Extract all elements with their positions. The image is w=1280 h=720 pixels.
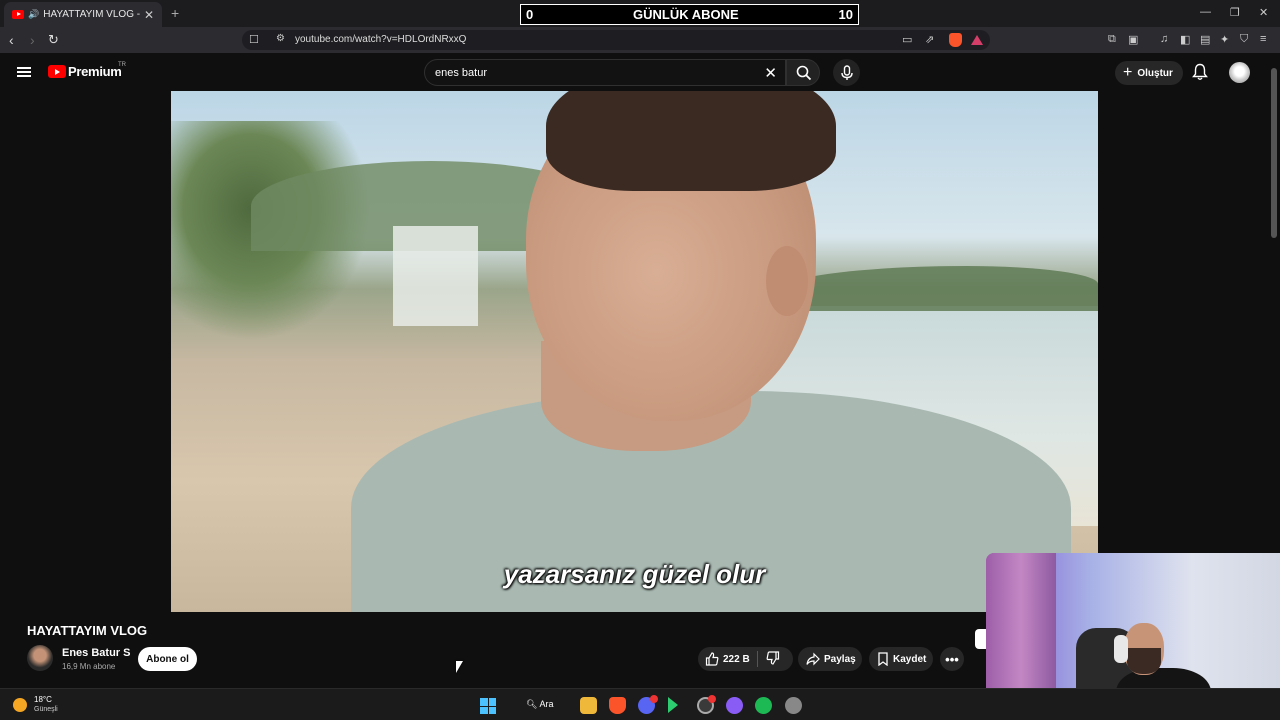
notifications-bell-icon[interactable] [1192, 63, 1208, 81]
minimize-icon[interactable]: — [1200, 6, 1211, 18]
youtube-favicon-icon [12, 10, 24, 19]
channel-avatar[interactable] [27, 645, 53, 671]
video-frame-island [771, 266, 1098, 311]
webcam-streamer-beard [1127, 648, 1161, 674]
search-input[interactable]: enes batur ✕ [424, 59, 786, 86]
site-info-icon[interactable]: ⚙ [276, 33, 285, 44]
like-button[interactable]: 222 B [698, 651, 758, 667]
vpn-icon[interactable]: ⛉ [1240, 33, 1248, 46]
music-icon[interactable]: ♫ [1160, 33, 1168, 45]
search-icon [796, 65, 812, 81]
sparkle-icon[interactable]: ✦ [1220, 33, 1229, 46]
hamburger-menu-icon[interactable] [17, 67, 31, 77]
video-frame-house [393, 226, 478, 326]
windows-taskbar: 18°C Güneşli 🔍︎ Ara [0, 688, 1280, 720]
weather-sun-icon[interactable] [13, 698, 27, 712]
media-player-icon[interactable] [668, 697, 678, 713]
video-frame-hair [546, 91, 836, 191]
subscriber-count: 16,9 Mn abone [62, 662, 116, 671]
bookmark-icon[interactable]: ☐ [249, 33, 259, 46]
like-dislike-group: 222 B [698, 647, 793, 671]
channel-name[interactable]: Enes Batur S [62, 647, 130, 659]
microphone-icon [841, 65, 853, 80]
save-label: Kaydet [893, 653, 927, 665]
weather-temperature[interactable]: 18°C [34, 695, 52, 704]
start-button[interactable] [480, 698, 496, 714]
close-window-icon[interactable]: ✕ [1259, 6, 1268, 19]
dislike-button[interactable] [758, 650, 784, 668]
share-page-icon[interactable]: ⇗ [925, 33, 934, 46]
app-purple-icon[interactable] [726, 697, 743, 714]
sidebar-chip-peek[interactable] [975, 629, 986, 649]
plus-icon: + [1123, 64, 1133, 81]
file-explorer-icon[interactable] [580, 697, 597, 714]
account-avatar[interactable] [1229, 62, 1250, 83]
obs-notification-badge [708, 695, 716, 703]
search-query: enes batur [435, 67, 487, 79]
like-count: 222 B [723, 653, 750, 665]
forward-icon[interactable]: › [30, 32, 35, 48]
clear-search-icon[interactable]: ✕ [764, 64, 777, 82]
create-button[interactable]: + Oluştur [1115, 61, 1183, 85]
voice-search-button[interactable] [833, 59, 860, 86]
wallet-icon[interactable]: ▣ [1128, 33, 1138, 46]
more-dots-icon: ••• [945, 651, 959, 667]
overlay-label: GÜNLÜK ABONE [633, 7, 739, 22]
youtube-logo-icon[interactable] [48, 65, 66, 78]
video-frame-ear [766, 246, 808, 316]
share-label: Paylaş [824, 653, 856, 665]
youtube-premium-logo[interactable]: Premium [68, 64, 122, 79]
url-text: youtube.com/watch?v=HDLOrdNRxxQ [295, 34, 467, 45]
reload-icon[interactable]: ↻ [48, 32, 59, 48]
video-player[interactable]: yazarsanız güzel olur [171, 91, 1098, 612]
browser-toolbar: ‹ › ↻ ☐ ⚙ youtube.com/watch?v=HDLOrdNRxx… [0, 27, 1280, 53]
audio-playing-icon[interactable]: 🔊 [28, 9, 39, 20]
overlay-right-value: 10 [838, 7, 853, 22]
taskbar-search-label: Ara [539, 699, 554, 709]
share-icon [806, 652, 820, 666]
video-subtitle: yazarsanız güzel olur [503, 559, 766, 589]
brave-rewards-icon[interactable] [971, 35, 983, 45]
new-tab-icon[interactable]: + [171, 5, 179, 21]
address-bar[interactable]: ☐ ⚙ youtube.com/watch?v=HDLOrdNRxxQ [242, 30, 990, 50]
webcam-headphones [1114, 635, 1128, 663]
share-button[interactable]: Paylaş [798, 647, 862, 671]
sidebar-icon[interactable]: ◧ [1180, 33, 1190, 46]
create-label: Oluştur [1137, 67, 1173, 79]
weather-condition: Güneşli [34, 706, 58, 713]
close-tab-icon[interactable]: ✕ [144, 8, 154, 22]
more-actions-button[interactable]: ••• [940, 647, 964, 671]
brave-shields-icon[interactable] [949, 33, 962, 47]
windows-logo-icon [480, 698, 488, 706]
region-code: TR [118, 62, 126, 68]
daily-subscriber-overlay: 0 GÜNLÜK ABONE 10 [520, 4, 859, 25]
taskbar-search[interactable]: 🔍︎ Ara [526, 699, 553, 710]
bookmark-save-icon [878, 652, 888, 666]
mouse-cursor-icon [456, 661, 463, 673]
page-scrollbar[interactable] [1271, 68, 1277, 238]
browser-tab[interactable]: 🔊 HAYATTAYIM VLOG - YouTube ✕ [4, 2, 162, 27]
video-title: HAYATTAYIM VLOG [27, 623, 148, 638]
thumbs-up-icon [705, 652, 719, 666]
youtube-header: Premium TR enes batur ✕ + Oluştur [0, 53, 1280, 91]
overlay-left-value: 0 [526, 7, 534, 22]
back-icon[interactable]: ‹ [9, 32, 14, 48]
spotify-icon[interactable] [755, 697, 772, 714]
leo-icon[interactable]: ▤ [1200, 33, 1210, 46]
menu-icon[interactable]: ≡ [1260, 33, 1266, 45]
cast-icon[interactable]: ▭ [902, 33, 912, 46]
extensions-icon[interactable]: ⧉ [1108, 33, 1116, 46]
thumbs-down-icon [766, 650, 780, 665]
restore-icon[interactable]: ❐ [1230, 6, 1240, 19]
search-button[interactable] [786, 59, 820, 86]
brave-browser-icon[interactable] [609, 697, 626, 714]
discord-notification-badge [650, 695, 658, 703]
subscribe-button[interactable]: Abone ol [138, 647, 197, 671]
save-button[interactable]: Kaydet [869, 647, 933, 671]
tab-title: HAYATTAYIM VLOG - YouTube [43, 9, 140, 20]
app-gray-icon[interactable] [785, 697, 802, 714]
